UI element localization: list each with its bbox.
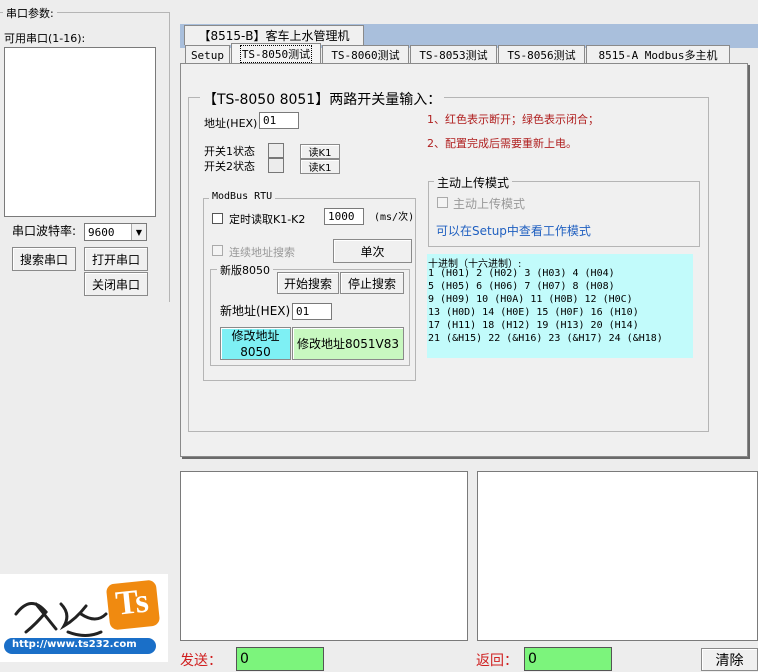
hex-line: 5 (H05) 6 (H06) 7 (H07) 8 (H08) bbox=[428, 281, 615, 292]
setup-hint-link[interactable]: 可以在Setup中查看工作模式 bbox=[436, 222, 591, 239]
serial-params-label: 串口参数: bbox=[3, 5, 57, 21]
switch2-indicator bbox=[268, 158, 284, 173]
tab-ts8060[interactable]: TS-8060测试 bbox=[322, 45, 409, 64]
search-port-button[interactable]: 搜索串口 bbox=[12, 247, 76, 271]
read-k1-button[interactable]: 读K1 bbox=[300, 144, 340, 159]
start-search-button[interactable]: 开始搜索 bbox=[277, 272, 339, 294]
hex-line: 13 (H0D) 14 (H0E) 15 (H0F) 16 (H10) bbox=[428, 307, 639, 318]
continuous-search-checkbox[interactable] bbox=[212, 245, 223, 256]
modify-8051-button[interactable]: 修改地址8051V83 bbox=[292, 327, 404, 360]
return-log-textarea[interactable] bbox=[477, 471, 758, 641]
tab-8515a[interactable]: 8515-A Modbus多主机 bbox=[586, 45, 730, 64]
tab-setup-label: Setup bbox=[190, 48, 225, 62]
hex-table-title: 十进制（十六进制）: bbox=[428, 259, 522, 270]
note-1: 1、红色表示断开；绿色表示闭合； bbox=[427, 113, 599, 126]
clear-button[interactable]: 清除 bbox=[701, 648, 758, 671]
new-address-label: 新地址(HEX) bbox=[220, 304, 291, 318]
available-ports-label: 可用串口(1-16): bbox=[4, 32, 86, 45]
switch1-indicator bbox=[268, 143, 284, 158]
tab-top-label: 【8515-B】客车上水管理机 bbox=[198, 29, 350, 43]
close-port-button[interactable]: 关闭串口 bbox=[84, 272, 148, 296]
port-listbox[interactable] bbox=[4, 47, 156, 217]
baud-label: 串口波特率: bbox=[12, 224, 77, 238]
hex-line: 1 (H01) 2 (H02) 3 (H03) 4 (H04) bbox=[428, 268, 615, 279]
tab-ts8056-label: TS-8056测试 bbox=[507, 49, 576, 62]
upload-legend: 主动上传模式 bbox=[434, 174, 513, 191]
interval-input[interactable] bbox=[324, 208, 364, 225]
hex-line: 9 (H09) 10 (H0A) 11 (H0B) 12 (H0C) bbox=[428, 294, 633, 305]
baud-select[interactable]: 9600 ▼ bbox=[84, 223, 147, 241]
upload-checkbox-label: 主动上传模式 bbox=[453, 197, 526, 211]
hex-table: 十进制（十六进制）: 1 (H01) 2 (H02) 3 (H03) 4 (H0… bbox=[427, 254, 693, 358]
send-log-textarea[interactable] bbox=[180, 471, 468, 641]
hex-line: 17 (H11) 18 (H12) 19 (H13) 20 (H14) bbox=[428, 320, 639, 331]
tab-ts8050-label: TS-8050测试 bbox=[239, 45, 313, 63]
send-counter: 0 bbox=[236, 647, 324, 671]
tab-setup[interactable]: Setup bbox=[185, 45, 230, 64]
timed-read-label: 定时读取K1-K2 bbox=[229, 213, 306, 226]
interval-unit: (ms/次) bbox=[374, 212, 415, 223]
hex-line: 21 (&H15) 22 (&H16) 23 (&H17) 24 (&H18) bbox=[428, 333, 663, 344]
new8050-legend: 新版8050 bbox=[217, 262, 273, 278]
calligraphy-logo-icon bbox=[14, 602, 108, 637]
tab-ts8050[interactable]: TS-8050测试 bbox=[231, 43, 321, 64]
ts8050-title: 【TS-8050 8051】两路开关量输入： bbox=[200, 89, 445, 109]
logo-url: http://www.ts232.com bbox=[12, 639, 137, 650]
tab-8515a-label: 8515-A Modbus多主机 bbox=[598, 49, 718, 62]
tab-ts8060-label: TS-8060测试 bbox=[331, 49, 400, 62]
tab-top-8515b[interactable]: 【8515-B】客车上水管理机 bbox=[184, 25, 364, 45]
switch1-label: 开关1状态 bbox=[204, 145, 255, 158]
return-counter: 0 bbox=[524, 647, 612, 671]
stop-search-button[interactable]: 停止搜索 bbox=[340, 272, 404, 294]
upload-checkbox[interactable] bbox=[437, 197, 448, 208]
address-label: 地址(HEX) bbox=[204, 117, 258, 130]
new-address-input[interactable] bbox=[292, 303, 332, 320]
left-panel: 串口参数: 可用串口(1-16): 串口波特率: 9600 ▼ 搜索串口 打开串… bbox=[0, 0, 170, 672]
logo-url-bar: http://www.ts232.com bbox=[4, 638, 156, 654]
logo-badge: Ts bbox=[105, 579, 161, 631]
modbus-legend: ModBus RTU bbox=[209, 191, 276, 202]
continuous-search-label: 连续地址搜索 bbox=[229, 246, 295, 259]
switch2-label: 开关2状态 bbox=[204, 160, 255, 173]
tab-ts8053[interactable]: TS-8053测试 bbox=[410, 45, 497, 64]
send-label: 发送： bbox=[180, 653, 222, 669]
open-port-button[interactable]: 打开串口 bbox=[84, 247, 148, 271]
single-button[interactable]: 单次 bbox=[333, 239, 412, 263]
read-k2-button[interactable]: 读K1 bbox=[300, 159, 340, 174]
company-logo: Ts http://www.ts232.com bbox=[0, 574, 168, 662]
modify-8050-button[interactable]: 修改地址 8050 bbox=[220, 327, 291, 360]
logo-text: Ts bbox=[113, 582, 151, 623]
address-input[interactable] bbox=[259, 112, 299, 129]
tab-ts8053-label: TS-8053测试 bbox=[419, 49, 488, 62]
timed-read-checkbox[interactable] bbox=[212, 213, 223, 224]
note-2: 2、配置完成后需要重新上电。 bbox=[427, 137, 577, 150]
chevron-down-icon[interactable]: ▼ bbox=[131, 224, 146, 240]
tab-ts8056[interactable]: TS-8056测试 bbox=[498, 45, 585, 64]
return-label: 返回： bbox=[476, 653, 518, 669]
baud-value: 9600 bbox=[88, 226, 115, 239]
